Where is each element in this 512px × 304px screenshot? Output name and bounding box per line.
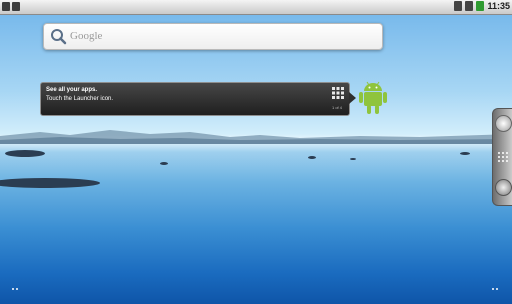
previous-screen-indicator[interactable] [12,288,18,290]
battery-icon [476,1,485,11]
launcher-dock [492,108,512,206]
google-search-widget[interactable]: Google [43,23,383,50]
dot [12,288,14,290]
all-apps-icon[interactable] [497,151,509,163]
rock [460,152,470,155]
signal-icon [465,1,474,11]
app-grid-icon [332,87,344,99]
rock [350,158,356,160]
clock: 11:35 [487,1,510,11]
search-placeholder: Google [70,30,103,42]
rock [0,178,100,188]
bubble-pointer [349,92,356,104]
launcher-hint-bubble[interactable]: See all your apps. Touch the Launcher ic… [40,82,350,116]
notification-icon [12,2,20,11]
next-screen-indicator[interactable] [492,288,498,290]
status-bar: 11:35 [0,0,512,15]
dot [496,288,498,290]
sim-icon [454,1,463,11]
usb-icon [2,2,10,11]
rock [5,150,45,157]
rock [308,156,316,159]
android-robot-icon [359,81,387,114]
home-screen: 11:35 Google See all your apps. Touch th… [0,0,512,304]
browser-icon[interactable] [495,179,512,196]
notification-icons[interactable] [2,2,20,11]
hint-subtitle: Touch the Launcher icon. [46,96,114,102]
rock [160,162,168,165]
dot [16,288,18,290]
mountains [0,130,512,144]
hint-title: See all your apps. [46,87,98,93]
search-icon [51,29,67,45]
dot [492,288,494,290]
hint-page-indicator: 1 of 4 [332,105,343,110]
phone-icon[interactable] [495,115,512,132]
system-tray: 11:35 [454,1,510,11]
